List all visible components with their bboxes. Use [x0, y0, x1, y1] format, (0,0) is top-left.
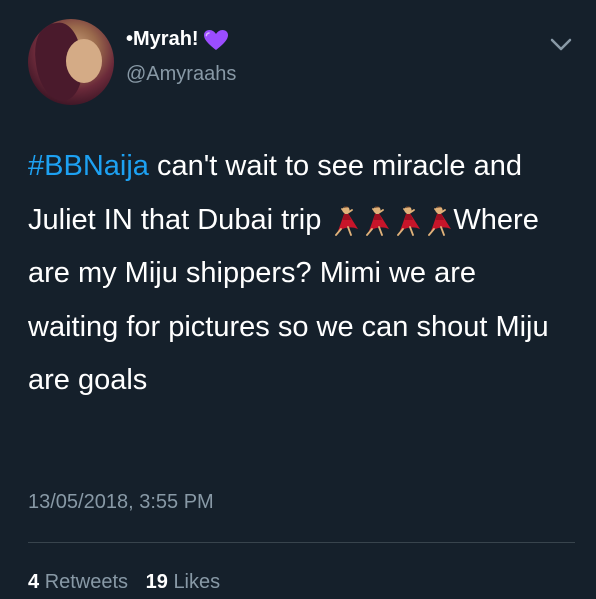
dancing-woman-emoji	[335, 205, 359, 236]
retweets-label[interactable]: Retweets	[45, 571, 128, 593]
display-name[interactable]: •Myrah!	[126, 28, 199, 51]
author-name-row[interactable]: •Myrah!	[126, 28, 229, 51]
tweet-text: #BBNaija can't wait to see miracle and J…	[28, 140, 573, 408]
avatar-face	[66, 39, 102, 83]
tweet-timestamp[interactable]: 13/05/2018, 3:55 PM	[28, 491, 214, 514]
likes-label[interactable]: Likes	[173, 571, 220, 593]
dancing-woman-emoji	[397, 205, 421, 236]
retweets-count[interactable]: 4	[28, 571, 39, 593]
chevron-down-icon[interactable]	[550, 38, 572, 52]
purple-heart-icon	[203, 29, 228, 50]
author-handle[interactable]: @Amyraahs	[126, 63, 236, 86]
emoji-group	[329, 204, 453, 236]
dancing-woman-emoji	[366, 205, 390, 236]
avatar[interactable]	[28, 19, 114, 105]
tweet-stats: 4 Retweets 19 Likes	[28, 571, 220, 594]
dancing-woman-emoji	[428, 205, 452, 236]
hashtag-link[interactable]: #BBNaija	[28, 150, 149, 182]
divider	[28, 542, 575, 543]
likes-count[interactable]: 19	[146, 571, 168, 593]
